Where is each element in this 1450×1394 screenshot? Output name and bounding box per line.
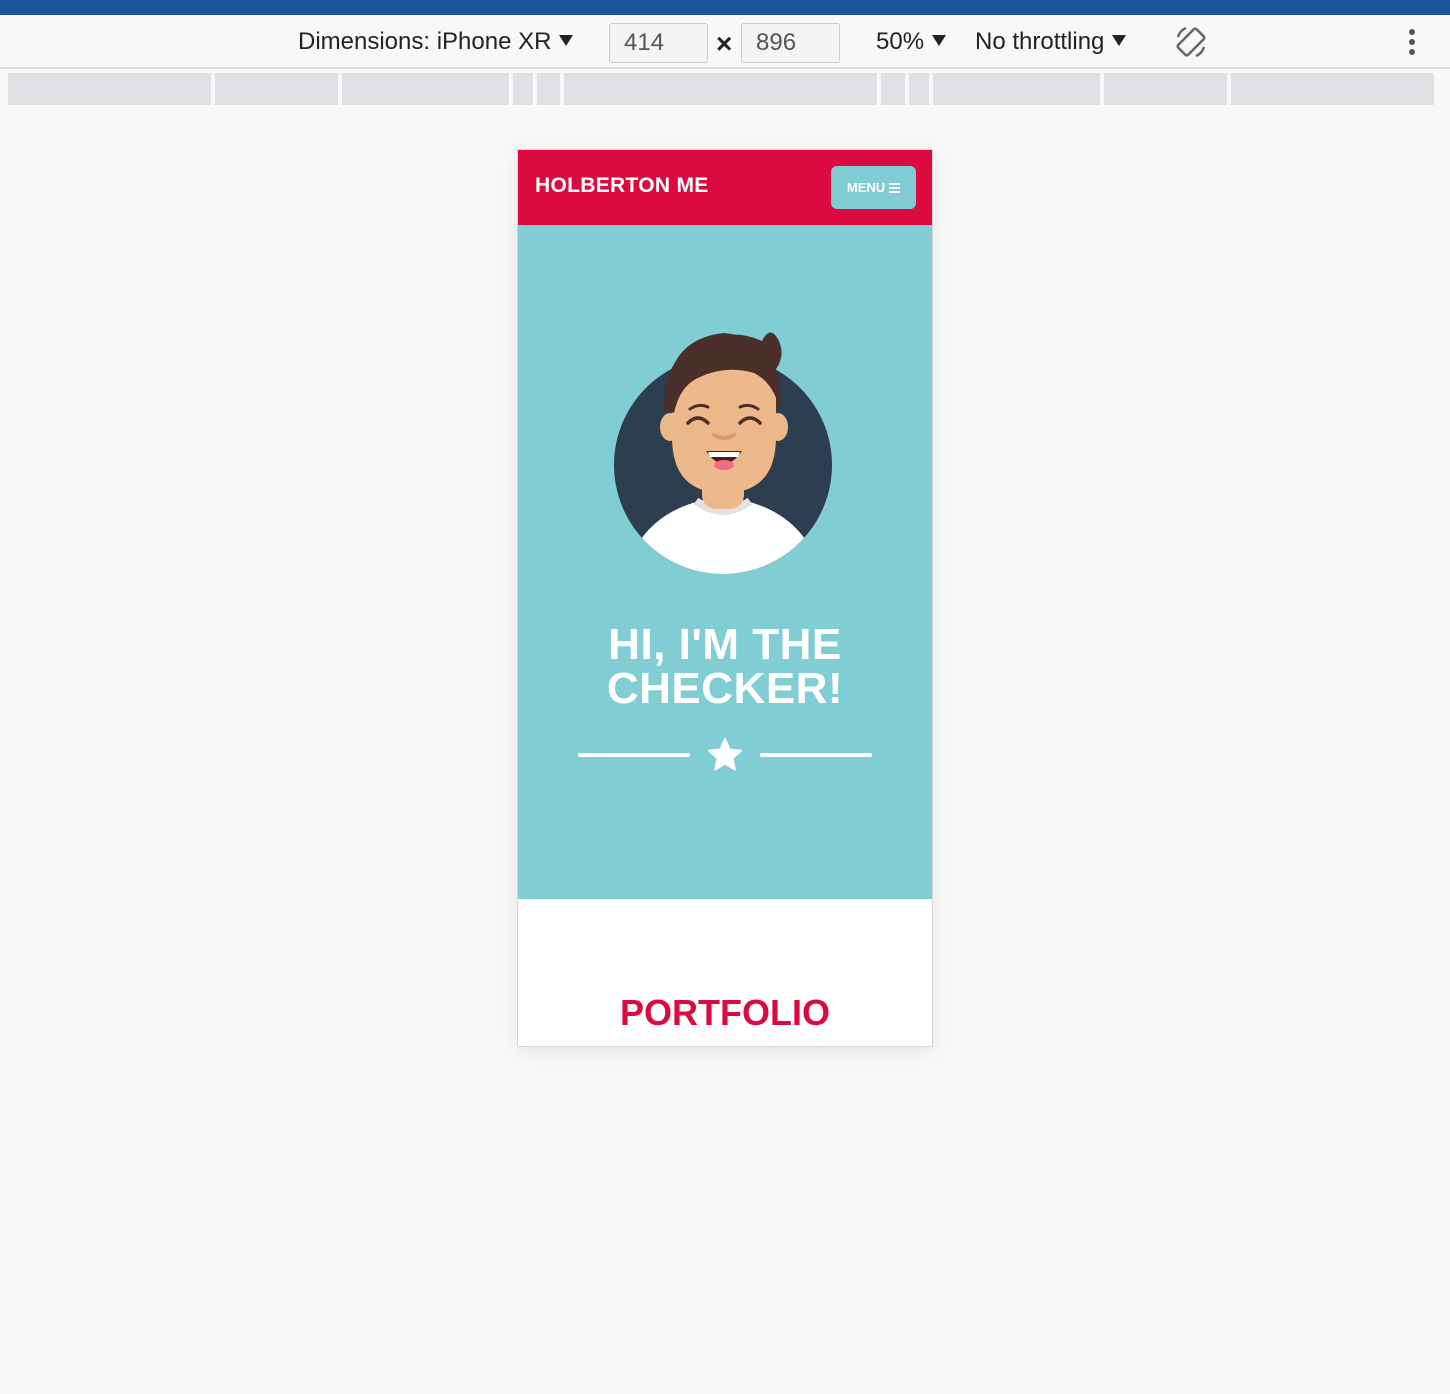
dimensions-dropdown[interactable]: Dimensions: iPhone XR [298,15,574,69]
media-query-bar[interactable] [4,73,1446,105]
avatar [614,332,832,574]
width-input[interactable]: 414 [609,23,708,63]
hero-title: HI, I'M THE CHECKER! [518,623,932,711]
rotate-device-button[interactable] [1172,15,1210,69]
throttling-label: No throttling [975,28,1105,55]
section-title-portfolio: PORTFOLIO [620,992,830,1033]
times-symbol: × [716,28,733,59]
dimensions-label: Dimensions: iPhone XR [298,28,552,55]
hero-title-line1: HI, I'M THE [608,620,842,669]
zoom-label: 50% [876,28,925,55]
star-divider [578,735,872,775]
chevron-down-icon [1112,34,1127,46]
browser-top-strip [0,0,1450,15]
hero-section: HI, I'M THE CHECKER! [518,225,932,899]
divider-line-right [760,753,872,757]
zoom-dropdown[interactable]: 50% [876,15,947,69]
divider-line-left [578,753,690,757]
hero-title-line2: CHECKER! [606,664,844,713]
chevron-down-icon [559,34,574,46]
height-input[interactable]: 896 [741,23,840,63]
star-icon [708,738,742,771]
chevron-down-icon [932,34,947,46]
device-toolbar: Dimensions: iPhone XR 414 × 896 50% No t… [0,15,1450,69]
brand-logo[interactable]: HOLBERTON ME [535,174,709,198]
rotate-device-icon [1176,26,1206,58]
throttling-dropdown[interactable]: No throttling [975,15,1127,69]
more-options-icon[interactable] [1404,29,1420,57]
device-viewport: HOLBERTON ME MENU HI, I'M THE CHECKER! P… [517,149,933,1047]
menu-button[interactable]: MENU [831,166,916,209]
menu-label: MENU [846,180,886,195]
hamburger-icon [889,181,901,195]
site-header: HOLBERTON ME MENU [518,150,932,225]
